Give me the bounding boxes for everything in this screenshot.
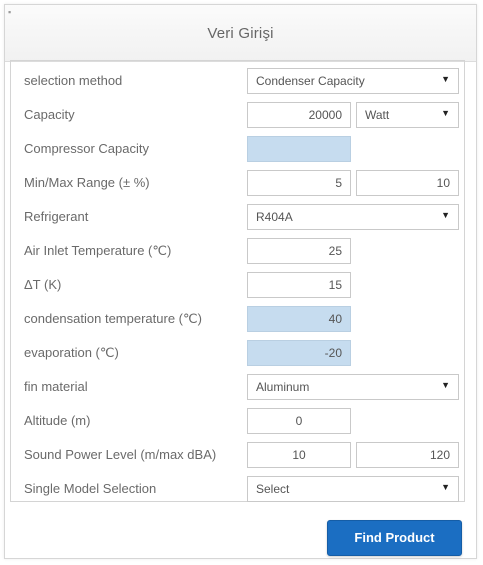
row-sound-power-level: Sound Power Level (m/max dBA) 10 120 bbox=[11, 438, 464, 472]
chevron-down-icon: ▼ bbox=[441, 482, 450, 492]
row-refrigerant: Refrigerant R404A ▼ bbox=[11, 200, 464, 234]
row-minmax-range: Min/Max Range (± %) 5 10 bbox=[11, 166, 464, 200]
air-inlet-temperature-label: Air Inlet Temperature (℃) bbox=[24, 243, 172, 258]
fin-material-value: Aluminum bbox=[256, 380, 310, 394]
panel-header: ▪ Veri Girişi bbox=[5, 5, 476, 62]
altitude-input[interactable]: 0 bbox=[247, 408, 351, 434]
panel-title: Veri Girişi bbox=[207, 24, 274, 42]
row-condensation-temperature: condensation temperature (℃) 40 bbox=[11, 302, 464, 336]
capacity-input[interactable]: 20000 bbox=[247, 102, 351, 128]
compressor-capacity-label: Compressor Capacity bbox=[24, 141, 149, 156]
refrigerant-select[interactable]: R404A ▼ bbox=[247, 204, 459, 230]
single-model-select[interactable]: Select ▼ bbox=[247, 476, 459, 502]
chevron-down-icon: ▼ bbox=[441, 380, 450, 390]
condensation-temperature-input[interactable]: 40 bbox=[247, 306, 351, 332]
selection-method-select[interactable]: Condenser Capacity ▼ bbox=[247, 68, 459, 94]
compressor-capacity-input[interactable] bbox=[247, 136, 351, 162]
window-corner-icon: ▪ bbox=[8, 7, 12, 17]
air-inlet-temperature-input[interactable]: 25 bbox=[247, 238, 351, 264]
row-altitude: Altitude (m) 0 bbox=[11, 404, 464, 438]
fin-material-select[interactable]: Aluminum ▼ bbox=[247, 374, 459, 400]
chevron-down-icon: ▼ bbox=[441, 210, 450, 220]
row-compressor-capacity: Compressor Capacity bbox=[11, 132, 464, 166]
row-evaporation: evaporation (℃) -20 bbox=[11, 336, 464, 370]
row-air-inlet-temperature: Air Inlet Temperature (℃) 25 bbox=[11, 234, 464, 268]
delta-t-input[interactable]: 15 bbox=[247, 272, 351, 298]
minmax-range-label: Min/Max Range (± %) bbox=[24, 175, 150, 190]
refrigerant-label: Refrigerant bbox=[24, 209, 89, 224]
sound-power-max-input[interactable]: 120 bbox=[356, 442, 459, 468]
selection-method-value: Condenser Capacity bbox=[256, 74, 365, 88]
range-max-input[interactable]: 10 bbox=[356, 170, 459, 196]
capacity-unit-value: Watt bbox=[365, 108, 390, 122]
selection-method-label: selection method bbox=[24, 73, 123, 88]
capacity-label: Capacity bbox=[24, 107, 75, 122]
single-model-value: Select bbox=[256, 482, 290, 496]
evaporation-label: evaporation (℃) bbox=[24, 345, 119, 360]
fin-material-label: fin material bbox=[24, 379, 88, 394]
condensation-temperature-label: condensation temperature (℃) bbox=[24, 311, 202, 326]
row-fin-material: fin material Aluminum ▼ bbox=[11, 370, 464, 404]
row-capacity: Capacity 20000 Watt ▼ bbox=[11, 98, 464, 132]
single-model-selection-label: Single Model Selection bbox=[24, 481, 157, 496]
altitude-label: Altitude (m) bbox=[24, 413, 91, 428]
row-delta-t: ΔT (K) 15 bbox=[11, 268, 464, 302]
row-selection-method: selection method Condenser Capacity ▼ bbox=[11, 64, 464, 98]
capacity-unit-select[interactable]: Watt ▼ bbox=[356, 102, 459, 128]
sound-power-level-label: Sound Power Level (m/max dBA) bbox=[24, 447, 217, 462]
range-min-input[interactable]: 5 bbox=[247, 170, 351, 196]
refrigerant-value: R404A bbox=[256, 210, 293, 224]
sound-power-min-input[interactable]: 10 bbox=[247, 442, 351, 468]
evaporation-input[interactable]: -20 bbox=[247, 340, 351, 366]
chevron-down-icon: ▼ bbox=[441, 74, 450, 84]
row-single-model-selection: Single Model Selection Select ▼ bbox=[11, 472, 464, 506]
delta-t-label: ΔT (K) bbox=[24, 277, 62, 292]
find-product-button[interactable]: Find Product bbox=[327, 520, 462, 556]
selection-form: selection method Condenser Capacity ▼ Ca… bbox=[10, 60, 465, 502]
chevron-down-icon: ▼ bbox=[441, 108, 450, 118]
